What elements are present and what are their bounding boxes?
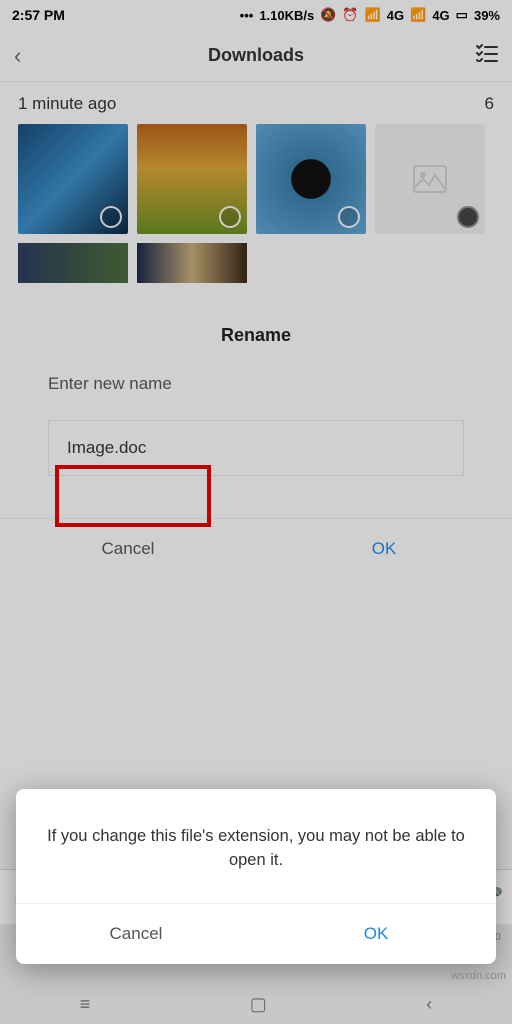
section-label: 1 minute ago: [18, 94, 116, 114]
rename-title: Rename: [0, 325, 512, 346]
rename-ok-button[interactable]: OK: [256, 519, 512, 579]
select-circle-icon[interactable]: [219, 206, 241, 228]
nav-recent-icon[interactable]: ≡: [80, 994, 91, 1015]
dnd-icon: 🔕: [320, 7, 336, 23]
thumbnail-grid: [0, 124, 512, 234]
extension-warning-dialog: If you change this file's extension, you…: [16, 789, 496, 964]
alert-actions: Cancel OK: [16, 903, 496, 964]
rename-input-value: Image.doc: [67, 438, 146, 458]
nav-back-icon[interactable]: ‹: [426, 994, 432, 1015]
thumbnail[interactable]: [137, 243, 247, 283]
nav-home-icon[interactable]: ▢: [250, 994, 267, 1015]
alert-message: If you change this file's extension, you…: [16, 789, 496, 903]
multiselect-icon[interactable]: [476, 44, 498, 68]
status-net2: 4G: [432, 8, 449, 23]
thumbnail-placeholder[interactable]: [375, 124, 485, 234]
android-nav-bar: ≡ ▢ ‹: [0, 984, 512, 1024]
signal-icon: 📶: [365, 7, 381, 23]
status-battery: 39%: [474, 8, 500, 23]
thumbnail[interactable]: [256, 124, 366, 234]
alert-ok-button[interactable]: OK: [256, 904, 496, 964]
more-icon: •••: [240, 8, 254, 23]
section-header: 1 minute ago 6: [0, 82, 512, 124]
page-title: Downloads: [0, 45, 512, 66]
select-circle-icon[interactable]: [338, 206, 360, 228]
thumbnail[interactable]: [18, 243, 128, 283]
thumbnail-grid-row2: [0, 234, 512, 283]
status-speed: 1.10KB/s: [259, 8, 314, 23]
rename-subtitle: Enter new name: [48, 374, 512, 394]
select-circle-icon[interactable]: [457, 206, 479, 228]
status-time: 2:57 PM: [12, 7, 65, 23]
alert-cancel-button[interactable]: Cancel: [16, 904, 256, 964]
back-icon[interactable]: ‹: [14, 43, 21, 69]
signal-icon: 📶: [410, 7, 426, 23]
watermark: wsxdn.com: [451, 970, 506, 982]
section-count: 6: [485, 94, 494, 114]
rename-actions: Cancel OK: [0, 518, 512, 579]
select-circle-icon[interactable]: [100, 206, 122, 228]
thumbnail[interactable]: [18, 124, 128, 234]
app-header: ‹ Downloads: [0, 30, 512, 82]
status-net1: 4G: [387, 8, 404, 23]
rename-cancel-button[interactable]: Cancel: [0, 519, 256, 579]
status-right: ••• 1.10KB/s 🔕 ⏰ 📶 4G 📶 4G ▭ 39%: [240, 7, 500, 23]
alarm-icon: ⏰: [342, 7, 358, 23]
status-bar: 2:57 PM ••• 1.10KB/s 🔕 ⏰ 📶 4G 📶 4G ▭ 39%: [0, 0, 512, 30]
battery-icon: ▭: [456, 7, 468, 23]
image-icon: [413, 165, 447, 193]
rename-input[interactable]: Image.doc: [48, 420, 464, 476]
thumbnail[interactable]: [137, 124, 247, 234]
